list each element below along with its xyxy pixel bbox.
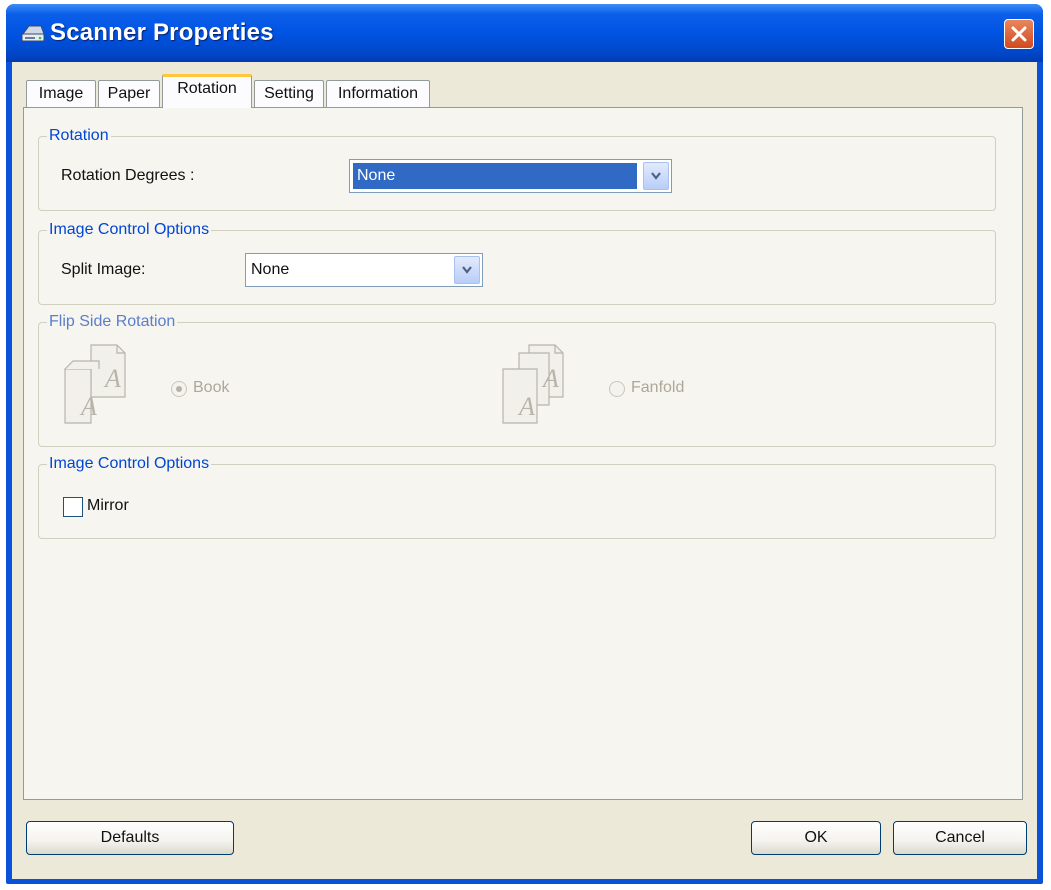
mirror-options-title: Image Control Options: [47, 454, 212, 474]
window-title: Scanner Properties: [50, 19, 274, 46]
rotation-degrees-select[interactable]: None: [349, 159, 672, 193]
tab-setting-label: Setting: [264, 85, 314, 102]
defaults-button[interactable]: Defaults: [26, 821, 234, 855]
flip-side-rotation-group: Flip Side Rotation A A Book A A Fanfold: [38, 312, 996, 447]
tab-information-label: Information: [337, 85, 419, 102]
image-control-options-group: Image Control Options Split Image: None: [38, 220, 996, 305]
split-image-dropdown-button[interactable]: [454, 256, 480, 284]
scanner-properties-window: Scanner Properties Image Paper Rotation …: [6, 4, 1043, 884]
rotation-degrees-value: None: [353, 163, 637, 189]
image-control-options-title: Image Control Options: [47, 220, 212, 240]
defaults-button-label: Defaults: [100, 829, 160, 846]
fanfold-label: Fanfold: [631, 379, 685, 396]
tab-setting[interactable]: Setting: [254, 80, 324, 108]
rotation-tab-panel: Rotation Rotation Degrees : None Image C…: [23, 107, 1023, 800]
ok-button[interactable]: OK: [751, 821, 881, 855]
svg-text:A: A: [517, 392, 535, 421]
chevron-down-icon: [462, 266, 472, 274]
tab-paper-label: Paper: [107, 85, 151, 102]
tab-rotation[interactable]: Rotation: [162, 74, 252, 108]
cancel-button-label: Cancel: [935, 829, 985, 846]
tab-information[interactable]: Information: [326, 80, 430, 108]
tab-rotation-label: Rotation: [177, 80, 237, 97]
tab-image[interactable]: Image: [26, 80, 96, 108]
split-image-label: Split Image:: [61, 261, 146, 278]
close-icon: [1011, 26, 1027, 42]
svg-text:A: A: [79, 392, 97, 421]
book-orientation-icon: A A: [64, 344, 126, 424]
chevron-down-icon: [651, 172, 661, 180]
book-radio-dot: [176, 386, 182, 392]
split-image-select[interactable]: None: [245, 253, 483, 287]
book-radio[interactable]: [171, 381, 187, 397]
rotation-group-title: Rotation: [47, 126, 111, 146]
flip-side-rotation-title: Flip Side Rotation: [47, 312, 178, 332]
fanfold-radio[interactable]: [609, 381, 625, 397]
book-label: Book: [193, 379, 230, 396]
close-button[interactable]: [1004, 19, 1034, 49]
rotation-degrees-dropdown-button[interactable]: [643, 162, 669, 190]
rotation-degrees-label: Rotation Degrees :: [61, 167, 195, 184]
mirror-label: Mirror: [87, 497, 129, 514]
svg-text:A: A: [541, 364, 559, 393]
fanfold-orientation-icon: A A: [502, 344, 564, 424]
tab-image-label: Image: [38, 85, 84, 102]
svg-text:A: A: [103, 364, 121, 393]
dialog-client-area: Image Paper Rotation Setting Information…: [12, 62, 1037, 879]
tab-paper[interactable]: Paper: [98, 80, 160, 108]
mirror-options-group: Image Control Options Mirror: [38, 454, 996, 539]
title-bar[interactable]: Scanner Properties: [6, 4, 1043, 62]
mirror-checkbox[interactable]: [63, 497, 83, 517]
scanner-icon: [20, 21, 46, 45]
cancel-button[interactable]: Cancel: [893, 821, 1027, 855]
ok-button-label: OK: [804, 829, 828, 846]
split-image-value: None: [251, 261, 290, 278]
rotation-group: Rotation Rotation Degrees : None: [38, 126, 996, 211]
